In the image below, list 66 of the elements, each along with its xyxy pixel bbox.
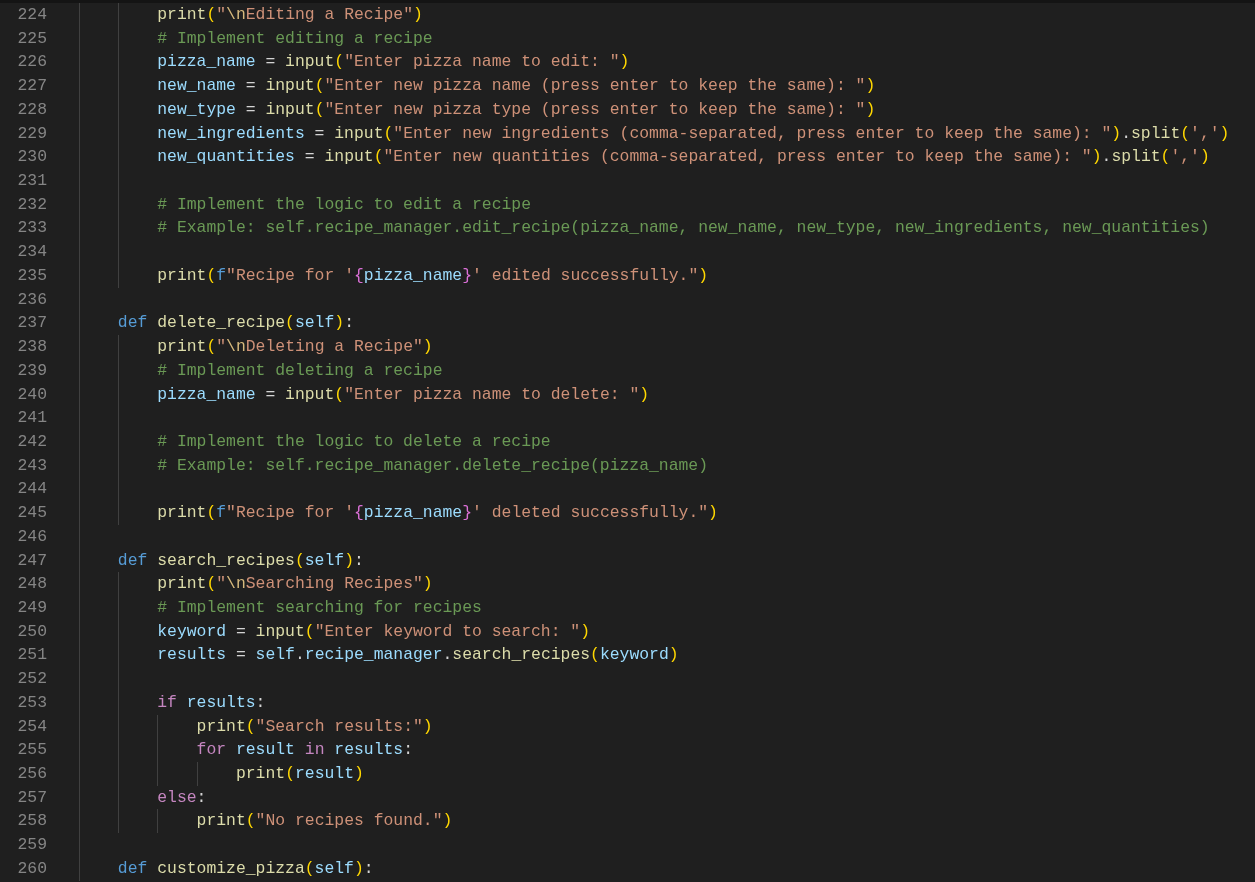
line-number: 244 (16, 478, 47, 501)
code-line: print(f"Recipe for '{pizza_name}' deleted successfully.") (157, 502, 718, 525)
line-number: 235 (16, 264, 47, 287)
code-line: def delete_recipe(self): (117, 312, 354, 335)
line-number: 255 (16, 739, 47, 762)
code-line: print("\nDeleting a Recipe") (157, 336, 433, 359)
code-line: new_quantities = input("Enter new quantities (comma-separated, press enter to keep the same): ").split(',') (157, 146, 1210, 169)
code-line: # Implement the logic to edit a recipe (157, 193, 531, 216)
line-number: 254 (16, 715, 47, 738)
code-line: new_ingredients = input("Enter new ingredients (comma-separated, press enter to keep the same): ").split(',') (157, 122, 1230, 145)
line-number: 245 (16, 502, 47, 525)
line-number: 249 (16, 596, 47, 619)
code-line: # Example: self.recipe_manager.edit_recipe(pizza_name, new_name, new_type, new_ingredients, new_quantities) (157, 217, 1210, 240)
line-number: 253 (16, 691, 47, 714)
code-line: print("\nSearching Recipes") (157, 573, 433, 596)
code-line: keyword = input("Enter keyword to search: ") (157, 620, 591, 643)
line-number: 226 (16, 51, 47, 74)
line-number: 252 (16, 668, 47, 691)
code-line: def search_recipes(self): (117, 549, 364, 572)
line-number: 241 (16, 407, 47, 430)
line-number: 227 (16, 75, 47, 98)
code-line: # Implement deleting a recipe (157, 359, 443, 382)
line-number: 237 (16, 312, 47, 335)
code-line: else: (157, 786, 207, 809)
code-line: # Implement editing a recipe (157, 27, 433, 50)
code-line: def customize_pizza(self): (117, 857, 374, 880)
code-line: print("No recipes found.") (196, 810, 453, 833)
line-number: 233 (16, 217, 47, 240)
line-number: 260 (16, 857, 47, 880)
code-line: new_type = input("Enter new pizza type (press enter to keep the same): ") (157, 98, 876, 121)
code-line: print(f"Recipe for '{pizza_name}' edited successfully.") (157, 264, 709, 287)
code-line: # Implement searching for recipes (157, 596, 482, 619)
line-number: 230 (16, 146, 47, 169)
line-number: 236 (16, 288, 47, 311)
line-number: 251 (16, 644, 47, 667)
line-number: 257 (16, 786, 47, 809)
line-number: 238 (16, 336, 47, 359)
line-number: 258 (16, 810, 47, 833)
line-number: 242 (16, 430, 47, 453)
line-number: 228 (16, 98, 47, 121)
line-number: 229 (16, 122, 47, 145)
line-number: 240 (16, 383, 47, 406)
code-line: results = self.recipe_manager.search_recipes(keyword) (157, 644, 679, 667)
line-number: 225 (16, 27, 47, 50)
code-line: # Example: self.recipe_manager.delete_recipe(pizza_name) (157, 454, 709, 477)
line-number: 246 (16, 525, 47, 548)
code-line: pizza_name = input("Enter pizza name to edit: ") (157, 51, 630, 74)
code-line: # Implement the logic to delete a recipe (157, 430, 551, 453)
line-number: 247 (16, 549, 47, 572)
line-number: 232 (16, 193, 47, 216)
code-line: print("\nEditing a Recipe") (157, 4, 423, 26)
line-number: 234 (16, 241, 47, 264)
line-number: 231 (16, 170, 47, 193)
line-number: 256 (16, 763, 47, 785)
code-line: pizza_name = input("Enter pizza name to delete: ") (157, 383, 650, 406)
line-number: 239 (16, 359, 47, 382)
line-number: 250 (16, 620, 47, 643)
code-line: if results: (157, 691, 266, 714)
code-line: new_name = input("Enter new pizza name (press enter to keep the same): ") (157, 75, 876, 98)
code-line: for result in results: (196, 739, 413, 762)
code-line: print("Search results:") (196, 715, 433, 738)
line-number: 248 (16, 573, 47, 596)
line-number: 243 (16, 454, 47, 477)
line-number: 224 (16, 4, 47, 26)
code-line: print(result) (235, 763, 364, 785)
line-number: 259 (16, 834, 47, 857)
